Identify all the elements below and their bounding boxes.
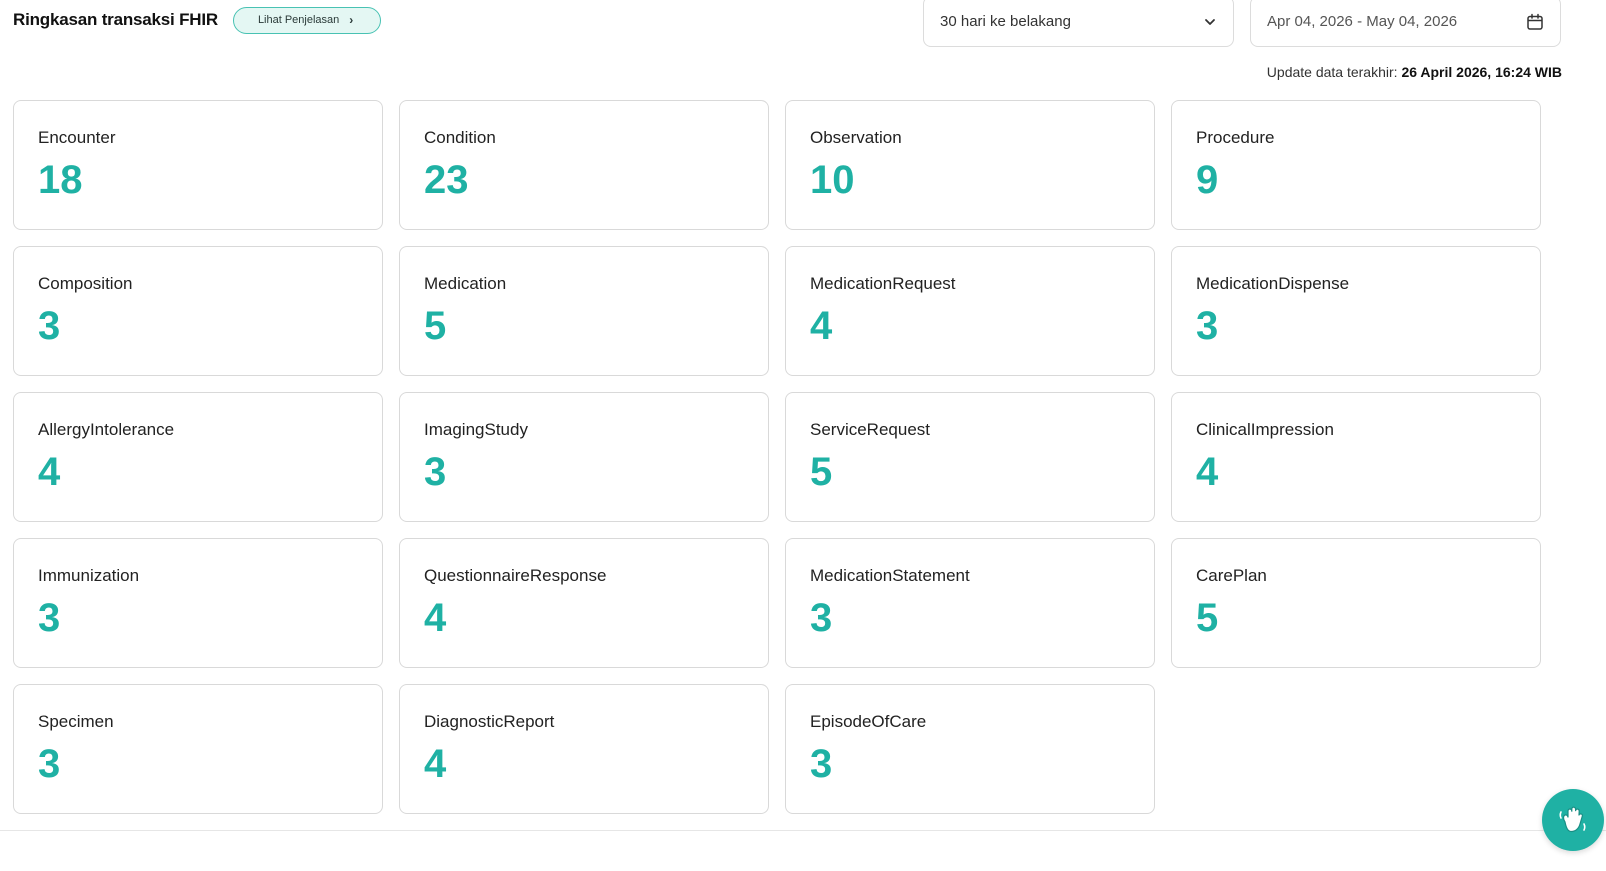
date-range-picker[interactable]: Apr 04, 2026 - May 04, 2026 xyxy=(1250,0,1561,47)
card-label: Immunization xyxy=(38,566,140,585)
summary-card: Immunization 3 xyxy=(13,538,383,668)
card-label: Specimen xyxy=(38,712,114,731)
page-header: Ringkasan transaksi FHIR Lihat Penjelasa… xyxy=(13,4,382,36)
card-value: 9 xyxy=(1196,158,1219,202)
summary-card: Observation 10 xyxy=(785,100,1155,230)
card-label: Composition xyxy=(38,274,133,293)
summary-card: Medication 5 xyxy=(399,246,769,376)
summary-card: Specimen 3 xyxy=(13,684,383,814)
card-label: Procedure xyxy=(1196,128,1275,147)
summary-card: ServiceRequest 5 xyxy=(785,392,1155,522)
card-value: 3 xyxy=(1196,304,1219,348)
card-label: DiagnosticReport xyxy=(424,712,555,731)
card-value: 23 xyxy=(424,158,469,202)
summary-card: Condition 23 xyxy=(399,100,769,230)
card-value: 3 xyxy=(424,450,447,494)
summary-card: ClinicalImpression 4 xyxy=(1171,392,1541,522)
card-label: ImagingStudy xyxy=(424,420,528,439)
summary-card: MedicationStatement 3 xyxy=(785,538,1155,668)
summary-grid: Encounter 18 Condition 23 Observation 10 Pr… xyxy=(13,100,1542,814)
card-label: CarePlan xyxy=(1196,566,1267,585)
last-update-info: Update data terakhir: 26 April 2026, 16:… xyxy=(1267,64,1562,80)
card-value: 4 xyxy=(424,596,447,640)
summary-card: MedicationRequest 4 xyxy=(785,246,1155,376)
card-value: 5 xyxy=(810,450,833,494)
card-label: MedicationStatement xyxy=(810,566,970,585)
summary-card: ImagingStudy 3 xyxy=(399,392,769,522)
card-value: 3 xyxy=(810,742,833,786)
calendar-icon[interactable] xyxy=(1526,13,1544,31)
card-label: Encounter xyxy=(38,128,116,147)
help-chat-button[interactable] xyxy=(1542,789,1604,851)
card-label: MedicationDispense xyxy=(1196,274,1350,293)
card-value: 5 xyxy=(424,304,447,348)
card-value: 3 xyxy=(38,742,61,786)
card-label: Medication xyxy=(424,274,507,293)
range-select[interactable]: 30 hari ke belakang xyxy=(923,0,1234,47)
card-label: ClinicalImpression xyxy=(1196,420,1334,439)
last-update-label: Update data terakhir: xyxy=(1266,64,1402,80)
card-value: 3 xyxy=(38,304,61,348)
card-value: 5 xyxy=(1196,596,1219,640)
page-title: Ringkasan transaksi FHIR xyxy=(13,10,218,29)
card-label: MedicationRequest xyxy=(810,274,956,293)
chevron-down-icon xyxy=(1203,15,1217,29)
card-label: EpisodeOfCare xyxy=(810,712,927,731)
card-value: 4 xyxy=(1196,450,1219,494)
explain-button-label: Lihat Penjelasan xyxy=(257,14,340,26)
date-range-value: Apr 04, 2026 - May 04, 2026 xyxy=(1267,13,1458,30)
card-label: AllergyIntolerance xyxy=(38,420,175,439)
card-value: 3 xyxy=(38,596,61,640)
summary-card: MedicationDispense 3 xyxy=(1171,246,1541,376)
summary-card: CarePlan 5 xyxy=(1171,538,1541,668)
card-label: ServiceRequest xyxy=(810,420,931,439)
summary-card: AllergyIntolerance 4 xyxy=(13,392,383,522)
summary-card: Composition 3 xyxy=(13,246,383,376)
card-label: Observation xyxy=(810,128,902,147)
card-value: 10 xyxy=(810,158,855,202)
card-label: QuestionnaireResponse xyxy=(424,566,607,585)
summary-card: QuestionnaireResponse 4 xyxy=(399,538,769,668)
chevron-right-icon: › xyxy=(349,13,354,27)
card-value: 3 xyxy=(810,596,833,640)
range-select-value: 30 hari ke belakang xyxy=(940,13,1071,30)
card-value: 4 xyxy=(810,304,833,348)
card-value: 4 xyxy=(38,450,61,494)
waving-hand-icon xyxy=(1555,802,1591,838)
summary-card: Encounter 18 xyxy=(13,100,383,230)
card-value: 18 xyxy=(38,158,83,202)
summary-card: Procedure 9 xyxy=(1171,100,1541,230)
last-update-value: 26 April 2026, 16:24 WIB xyxy=(1401,64,1562,80)
card-label: Condition xyxy=(424,128,496,147)
card-value: 4 xyxy=(424,742,447,786)
summary-card: EpisodeOfCare 3 xyxy=(785,684,1155,814)
bottom-divider xyxy=(0,830,1606,831)
explain-button[interactable]: Lihat Penjelasan › xyxy=(232,6,382,34)
summary-card: DiagnosticReport 4 xyxy=(399,684,769,814)
